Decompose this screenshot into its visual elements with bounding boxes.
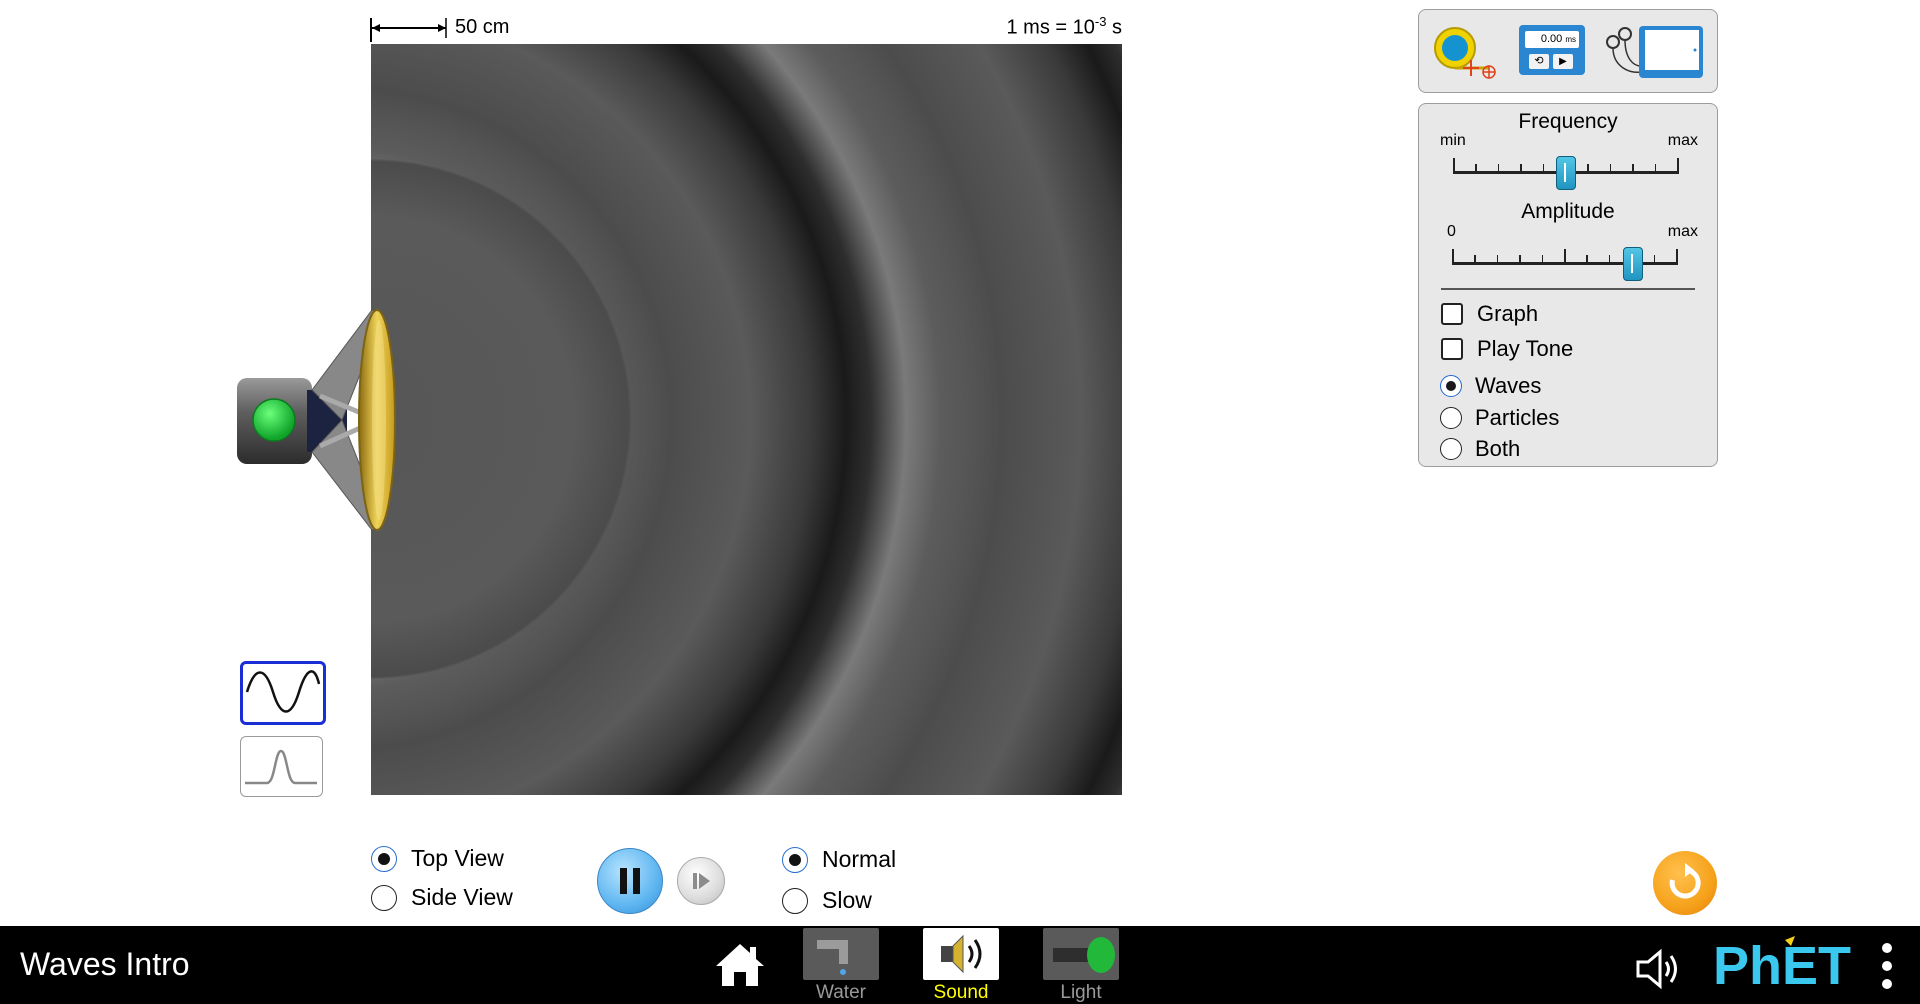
slider-tick [1452, 249, 1454, 263]
slider-tick [1475, 164, 1477, 172]
slider-thumb[interactable] [1556, 156, 1576, 190]
app-title: Waves Intro [20, 946, 190, 982]
slider-tick [1542, 164, 1545, 172]
slider-tick [1654, 164, 1657, 172]
sine-wave-icon [245, 670, 321, 713]
continuous-wave-button[interactable] [240, 661, 326, 725]
slider-thumb[interactable] [1622, 247, 1643, 281]
side-view-radio[interactable]: Side View [371, 884, 513, 911]
panel-divider [1441, 288, 1695, 290]
graph-checkbox[interactable]: Graph [1441, 301, 1538, 327]
both-radio[interactable]: Both [1440, 436, 1520, 462]
sound-label: Sound [933, 982, 989, 1003]
reset-all-button[interactable] [1653, 851, 1717, 915]
step-forward-icon [693, 873, 710, 889]
slider-tick [1632, 164, 1634, 172]
particles-radio[interactable]: Particles [1440, 405, 1559, 431]
options-menu-icon[interactable] [1880, 940, 1894, 992]
wave-meter-icon[interactable] [1599, 22, 1705, 80]
slider-tick [1496, 255, 1499, 263]
slider-tick [1474, 255, 1476, 263]
laser-icon [1043, 928, 1119, 980]
sound-screen-button[interactable]: Sound [921, 928, 1001, 1004]
slider-tick [1586, 255, 1588, 263]
slider-tick [1677, 158, 1679, 172]
water-screen-button[interactable]: Water [801, 928, 881, 1004]
slider-tick [1676, 249, 1678, 263]
frequency-slider[interactable] [1453, 144, 1679, 190]
time-scale-label: 1 ms = 10-3 s [1006, 14, 1122, 39]
tools-panel: 0.00 ms ⟲ ▶ [1418, 9, 1718, 93]
slider-tick [1541, 255, 1544, 263]
svg-text:PhET: PhET [1713, 936, 1851, 996]
stopwatch-icon[interactable]: 0.00 ms ⟲ ▶ [1519, 25, 1585, 75]
speaker-screen-icon [923, 928, 999, 980]
water-label: Water [816, 982, 866, 1003]
scale-label: 50 cm [455, 16, 510, 38]
slider-tick [1564, 249, 1566, 263]
slider-tick [1520, 164, 1522, 172]
normal-speed-radio[interactable]: Normal [782, 846, 896, 873]
pulse-wave-icon [245, 749, 317, 785]
step-forward-button[interactable] [677, 857, 725, 905]
slider-tick [1608, 255, 1611, 263]
play-tone-checkbox[interactable]: Play Tone [1441, 336, 1573, 362]
navigation-bar: Waves Intro Water Sound Light PhET [0, 926, 1920, 1004]
slider-tick [1453, 158, 1455, 172]
reset-icon [1669, 863, 1701, 899]
play-pause-button[interactable] [597, 848, 663, 914]
slider-tick [1497, 164, 1500, 172]
audio-toggle-icon[interactable] [1634, 948, 1686, 990]
slow-speed-radio[interactable]: Slow [782, 887, 872, 914]
slider-tick [1587, 164, 1589, 172]
waves-radio[interactable]: Waves [1440, 373, 1541, 399]
slider-tick [1519, 255, 1521, 263]
wave-area [371, 44, 1122, 795]
light-screen-button[interactable]: Light [1041, 928, 1121, 1004]
slider-tick [1653, 255, 1656, 263]
phet-logo[interactable]: PhET [1713, 934, 1863, 996]
faucet-icon [803, 928, 879, 980]
light-label: Light [1060, 982, 1102, 1003]
speaker-icon[interactable] [232, 300, 402, 540]
home-icon[interactable] [714, 942, 766, 988]
measuring-tape-icon[interactable] [1433, 24, 1499, 80]
slider-tick [1609, 164, 1612, 172]
controls-panel: Frequency min max Amplitude 0 max Graph … [1418, 103, 1718, 467]
amplitude-title: Amplitude [1521, 200, 1615, 223]
top-view-radio[interactable]: Top View [371, 845, 504, 872]
pulse-wave-button[interactable] [240, 736, 323, 797]
pause-icon [620, 868, 640, 894]
frequency-title: Frequency [1518, 110, 1618, 133]
amplitude-slider[interactable] [1452, 235, 1678, 281]
